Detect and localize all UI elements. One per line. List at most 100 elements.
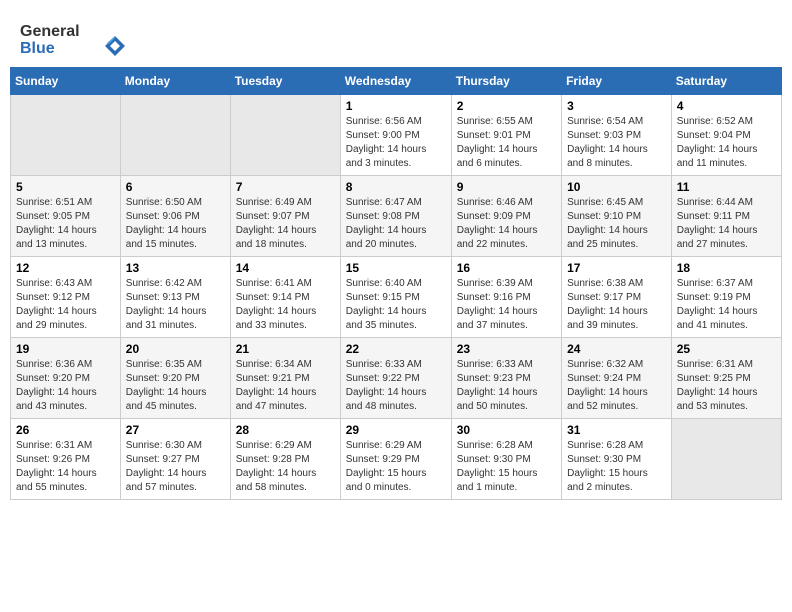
day-info: Sunrise: 6:39 AM Sunset: 9:16 PM Dayligh…	[457, 277, 556, 333]
day-info: Sunrise: 6:32 AM Sunset: 9:24 PM Dayligh…	[567, 358, 666, 414]
day-info: Sunrise: 6:34 AM Sunset: 9:21 PM Dayligh…	[236, 358, 335, 414]
day-cell: 4 Sunrise: 6:52 AM Sunset: 9:04 PM Daylig…	[671, 95, 781, 176]
day-info: Sunrise: 6:56 AM Sunset: 9:00 PM Dayligh…	[346, 115, 446, 171]
day-cell: 10 Sunrise: 6:45 AM Sunset: 9:10 PM Dayli…	[562, 176, 672, 257]
day-cell	[11, 95, 121, 176]
day-cell: 27 Sunrise: 6:30 AM Sunset: 9:27 PM Dayli…	[120, 419, 230, 500]
day-cell: 21 Sunrise: 6:34 AM Sunset: 9:21 PM Dayli…	[230, 338, 340, 419]
day-cell: 25 Sunrise: 6:31 AM Sunset: 9:25 PM Dayli…	[671, 338, 781, 419]
day-info: Sunrise: 6:31 AM Sunset: 9:26 PM Dayligh…	[16, 439, 115, 495]
day-info: Sunrise: 6:29 AM Sunset: 9:28 PM Dayligh…	[236, 439, 335, 495]
day-info: Sunrise: 6:40 AM Sunset: 9:15 PM Dayligh…	[346, 277, 446, 333]
day-cell: 17 Sunrise: 6:38 AM Sunset: 9:17 PM Dayli…	[562, 257, 672, 338]
calendar-table: SundayMondayTuesdayWednesdayThursdayFrid…	[10, 67, 782, 500]
day-info: Sunrise: 6:45 AM Sunset: 9:10 PM Dayligh…	[567, 196, 666, 252]
day-number: 26	[16, 423, 115, 437]
day-number: 15	[346, 261, 446, 275]
day-info: Sunrise: 6:28 AM Sunset: 9:30 PM Dayligh…	[457, 439, 556, 495]
day-number: 8	[346, 180, 446, 194]
week-row-5: 26 Sunrise: 6:31 AM Sunset: 9:26 PM Dayli…	[11, 419, 782, 500]
day-cell	[671, 419, 781, 500]
day-number: 18	[677, 261, 776, 275]
day-number: 2	[457, 99, 556, 113]
day-info: Sunrise: 6:31 AM Sunset: 9:25 PM Dayligh…	[677, 358, 776, 414]
day-number: 23	[457, 342, 556, 356]
day-number: 10	[567, 180, 666, 194]
day-cell: 3 Sunrise: 6:54 AM Sunset: 9:03 PM Daylig…	[562, 95, 672, 176]
day-cell: 22 Sunrise: 6:33 AM Sunset: 9:22 PM Dayli…	[340, 338, 451, 419]
day-cell: 30 Sunrise: 6:28 AM Sunset: 9:30 PM Dayli…	[451, 419, 561, 500]
weekday-header-thursday: Thursday	[451, 68, 561, 95]
day-info: Sunrise: 6:29 AM Sunset: 9:29 PM Dayligh…	[346, 439, 446, 495]
day-cell: 24Sunrise: 6:32 AM Sunset: 9:24 PM Dayli…	[562, 338, 672, 419]
day-number: 28	[236, 423, 335, 437]
day-number: 9	[457, 180, 556, 194]
svg-text:Blue: Blue	[20, 40, 55, 57]
day-number: 11	[677, 180, 776, 194]
day-info: Sunrise: 6:44 AM Sunset: 9:11 PM Dayligh…	[677, 196, 776, 252]
day-info: Sunrise: 6:38 AM Sunset: 9:17 PM Dayligh…	[567, 277, 666, 333]
day-info: Sunrise: 6:52 AM Sunset: 9:04 PM Dayligh…	[677, 115, 776, 171]
day-info: Sunrise: 6:33 AM Sunset: 9:22 PM Dayligh…	[346, 358, 446, 414]
day-cell: 9Sunrise: 6:46 AM Sunset: 9:09 PM Daylig…	[451, 176, 561, 257]
week-row-2: 5 Sunrise: 6:51 AM Sunset: 9:05 PM Daylig…	[11, 176, 782, 257]
day-cell	[120, 95, 230, 176]
day-info: Sunrise: 6:50 AM Sunset: 9:06 PM Dayligh…	[126, 196, 225, 252]
day-cell: 29 Sunrise: 6:29 AM Sunset: 9:29 PM Dayli…	[340, 419, 451, 500]
day-cell: 11 Sunrise: 6:44 AM Sunset: 9:11 PM Dayli…	[671, 176, 781, 257]
day-number: 25	[677, 342, 776, 356]
week-row-3: 12 Sunrise: 6:43 AM Sunset: 9:12 PM Dayli…	[11, 257, 782, 338]
day-number: 29	[346, 423, 446, 437]
weekday-header-saturday: Saturday	[671, 68, 781, 95]
day-info: Sunrise: 6:35 AM Sunset: 9:20 PM Dayligh…	[126, 358, 225, 414]
week-row-1: 1Sunrise: 6:56 AM Sunset: 9:00 PM Daylig…	[11, 95, 782, 176]
day-cell: 16Sunrise: 6:39 AM Sunset: 9:16 PM Dayli…	[451, 257, 561, 338]
day-cell	[230, 95, 340, 176]
day-info: Sunrise: 6:28 AM Sunset: 9:30 PM Dayligh…	[567, 439, 666, 495]
day-cell: 20Sunrise: 6:35 AM Sunset: 9:20 PM Dayli…	[120, 338, 230, 419]
day-cell: 19 Sunrise: 6:36 AM Sunset: 9:20 PM Dayli…	[11, 338, 121, 419]
day-cell: 18Sunrise: 6:37 AM Sunset: 9:19 PM Dayli…	[671, 257, 781, 338]
day-cell: 7 Sunrise: 6:49 AM Sunset: 9:07 PM Daylig…	[230, 176, 340, 257]
weekday-header-tuesday: Tuesday	[230, 68, 340, 95]
day-cell: 2Sunrise: 6:55 AM Sunset: 9:01 PM Daylig…	[451, 95, 561, 176]
day-info: Sunrise: 6:54 AM Sunset: 9:03 PM Dayligh…	[567, 115, 666, 171]
day-cell: 26 Sunrise: 6:31 AM Sunset: 9:26 PM Dayli…	[11, 419, 121, 500]
day-number: 6	[126, 180, 225, 194]
svg-text:General: General	[20, 23, 80, 40]
day-info: Sunrise: 6:43 AM Sunset: 9:12 PM Dayligh…	[16, 277, 115, 333]
day-info: Sunrise: 6:30 AM Sunset: 9:27 PM Dayligh…	[126, 439, 225, 495]
day-number: 14	[236, 261, 335, 275]
day-cell: 14Sunrise: 6:41 AM Sunset: 9:14 PM Dayli…	[230, 257, 340, 338]
day-info: Sunrise: 6:47 AM Sunset: 9:08 PM Dayligh…	[346, 196, 446, 252]
logo: General Blue	[20, 18, 130, 63]
day-number: 13	[126, 261, 225, 275]
day-info: Sunrise: 6:42 AM Sunset: 9:13 PM Dayligh…	[126, 277, 225, 333]
weekday-header-sunday: Sunday	[11, 68, 121, 95]
day-number: 17	[567, 261, 666, 275]
day-info: Sunrise: 6:33 AM Sunset: 9:23 PM Dayligh…	[457, 358, 556, 414]
day-number: 31	[567, 423, 666, 437]
day-number: 3	[567, 99, 666, 113]
day-number: 5	[16, 180, 115, 194]
day-info: Sunrise: 6:51 AM Sunset: 9:05 PM Dayligh…	[16, 196, 115, 252]
day-cell: 13 Sunrise: 6:42 AM Sunset: 9:13 PM Dayli…	[120, 257, 230, 338]
day-info: Sunrise: 6:49 AM Sunset: 9:07 PM Dayligh…	[236, 196, 335, 252]
weekday-header-row: SundayMondayTuesdayWednesdayThursdayFrid…	[11, 68, 782, 95]
day-cell: 6 Sunrise: 6:50 AM Sunset: 9:06 PM Daylig…	[120, 176, 230, 257]
day-cell: 15 Sunrise: 6:40 AM Sunset: 9:15 PM Dayli…	[340, 257, 451, 338]
page-header: General Blue	[10, 10, 782, 67]
day-number: 4	[677, 99, 776, 113]
day-info: Sunrise: 6:36 AM Sunset: 9:20 PM Dayligh…	[16, 358, 115, 414]
weekday-header-wednesday: Wednesday	[340, 68, 451, 95]
day-number: 7	[236, 180, 335, 194]
day-number: 21	[236, 342, 335, 356]
day-number: 27	[126, 423, 225, 437]
day-number: 22	[346, 342, 446, 356]
day-number: 30	[457, 423, 556, 437]
day-number: 12	[16, 261, 115, 275]
day-cell: 5 Sunrise: 6:51 AM Sunset: 9:05 PM Daylig…	[11, 176, 121, 257]
day-number: 19	[16, 342, 115, 356]
day-cell: 8 Sunrise: 6:47 AM Sunset: 9:08 PM Daylig…	[340, 176, 451, 257]
weekday-header-friday: Friday	[562, 68, 672, 95]
